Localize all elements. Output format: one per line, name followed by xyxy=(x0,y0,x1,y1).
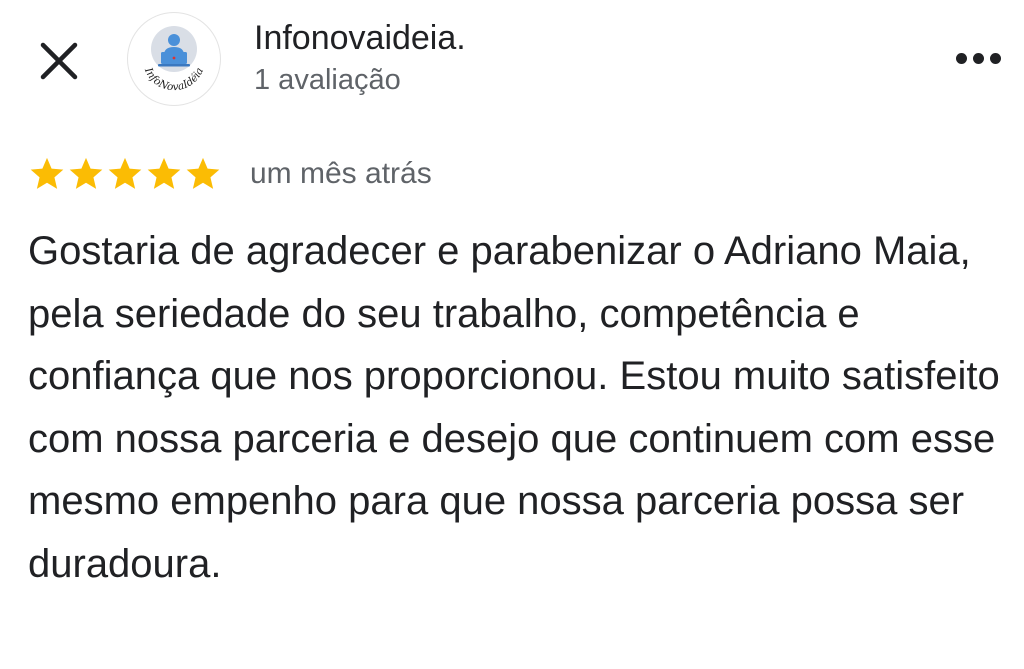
more-options-icon xyxy=(955,52,967,64)
review-time: um mês atrás xyxy=(250,157,432,190)
infonovaideia-logo: InfoNovaIdéia xyxy=(142,26,206,93)
star-icon xyxy=(69,157,103,189)
more-options-icon-dot xyxy=(972,52,984,64)
star-icon xyxy=(30,157,64,189)
reviewer-name[interactable]: Infonovaideia. xyxy=(254,14,466,62)
review-text: Gostaria de agradecer e parabenizar o Ad… xyxy=(28,229,1000,586)
star-icon xyxy=(108,157,142,189)
reviewer-header: Infonovaideia. 1 avaliação xyxy=(254,14,466,98)
star-rating xyxy=(28,155,222,193)
star-icon xyxy=(147,157,181,189)
more-options-button[interactable] xyxy=(948,38,1008,78)
avatar[interactable]: InfoNovaIdéia xyxy=(128,13,220,105)
close-button[interactable] xyxy=(36,38,82,84)
more-options-icon-dot xyxy=(989,52,1001,64)
rating-row: um mês atrás xyxy=(28,152,432,196)
close-icon xyxy=(40,42,78,80)
review-count: 1 avaliação xyxy=(254,64,401,96)
star-icon xyxy=(186,157,220,189)
